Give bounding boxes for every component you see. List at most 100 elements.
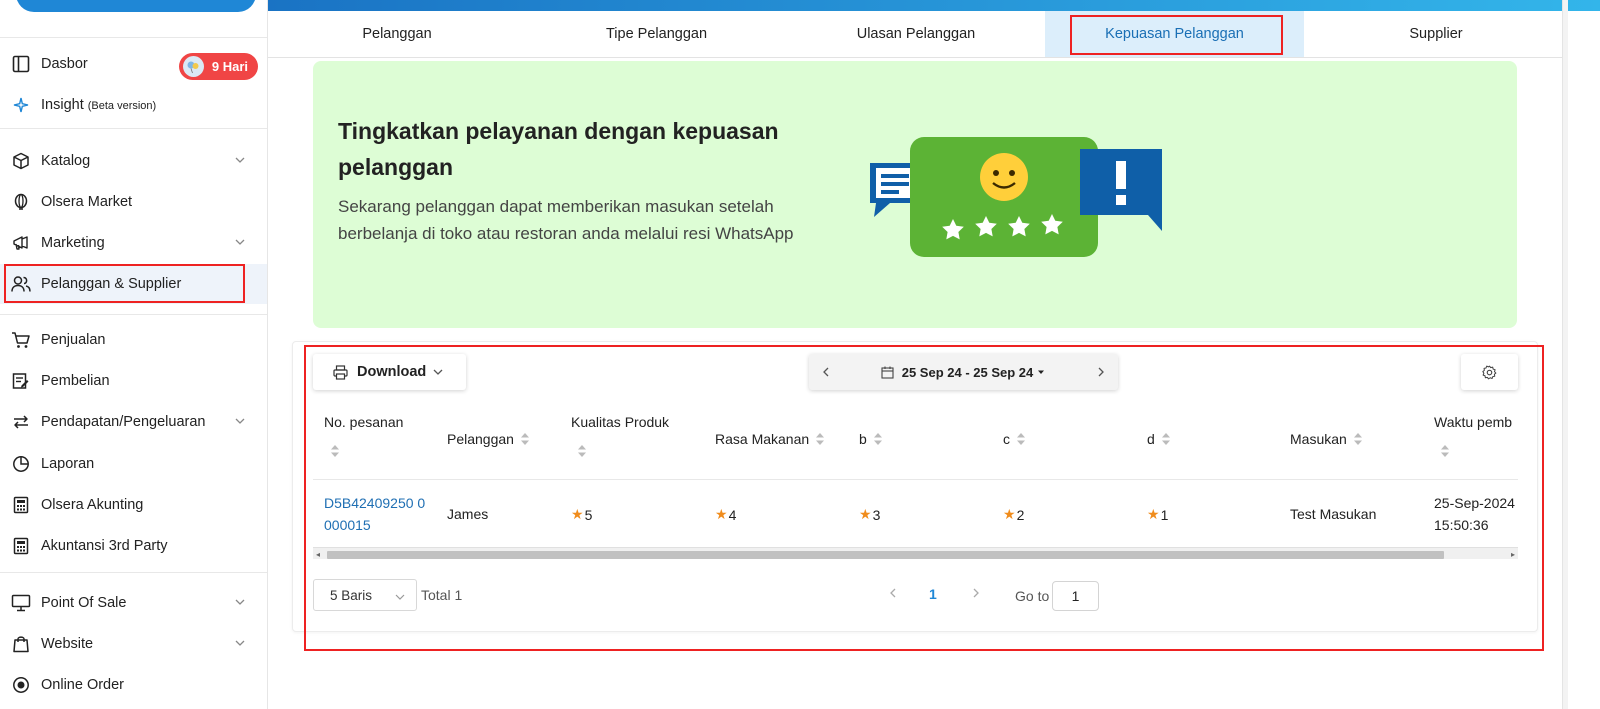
tab-ulasan-pelanggan[interactable]: Ulasan Pelanggan (787, 11, 1045, 57)
sidebar-item-label: Insight (41, 97, 84, 113)
sidebar-item-point-of-sale[interactable]: Point Of Sale (0, 583, 267, 623)
rows-per-page-value: 5 Baris (330, 587, 373, 603)
header-product-quality[interactable]: Kualitas Produk (571, 414, 669, 430)
tab-kepuasan-pelanggan[interactable]: Kepuasan Pelanggan (1045, 11, 1304, 57)
trial-days-badge[interactable]: 9 Hari (178, 53, 258, 80)
divider (0, 128, 267, 129)
scroll-right-arrow-icon[interactable]: ▸ (1511, 550, 1515, 559)
pie-chart-icon (10, 453, 32, 475)
divider (0, 37, 267, 38)
page-number[interactable]: 1 (929, 586, 937, 602)
header-c[interactable]: c (1003, 431, 1026, 447)
sparkle-icon (10, 94, 32, 116)
date-range-text: 25 Sep 24 - 25 Sep 24 (901, 364, 1034, 380)
printer-icon (333, 364, 348, 380)
time-cell-time: 15:50:36 (1434, 517, 1489, 533)
scroll-left-arrow-icon[interactable]: ◂ (316, 550, 320, 559)
header-d[interactable]: d (1147, 431, 1171, 447)
sidebar-item-insight[interactable]: Insight (Beta version) (0, 85, 267, 125)
sidebar-item-pembelian[interactable]: Pembelian (0, 361, 267, 401)
box-icon (10, 150, 32, 172)
sort-icon (1161, 433, 1170, 445)
star-icon: ★ (1147, 506, 1160, 522)
scrollbar-thumb[interactable] (327, 551, 1444, 559)
download-button[interactable]: Download (313, 354, 466, 390)
chevron-down-icon (235, 640, 245, 646)
sidebar-item-katalog[interactable]: Katalog (0, 141, 267, 181)
star-icon: ★ (571, 506, 584, 522)
rating-cell-c: ★ 2 (1003, 506, 1024, 523)
banner-text: Sekarang pelanggan dapat memberikan masu… (338, 197, 794, 243)
sidebar-item-website[interactable]: Website (0, 624, 267, 664)
header-food-taste[interactable]: Rasa Makanan (715, 431, 825, 447)
sidebar-item-pendapatan[interactable]: Pendapatan/Pengeluaran (0, 402, 267, 442)
goto-page-input[interactable] (1052, 581, 1099, 611)
caret-down-icon (1038, 370, 1045, 374)
chevron-down-icon (433, 369, 443, 375)
date-range-button[interactable]: 25 Sep 24 - 25 Sep 24 (843, 365, 1084, 380)
market-icon (10, 191, 32, 213)
prev-page-button[interactable] (887, 587, 899, 599)
header-customer[interactable]: Pelanggan (447, 431, 530, 447)
calculator-icon (10, 494, 32, 516)
top-accent-bar (268, 0, 1600, 11)
beta-label: (Beta version) (87, 100, 157, 112)
sort-icon (816, 433, 825, 445)
sidebar-item-dasbor[interactable]: Dasbor 9 Hari (0, 44, 267, 84)
rating-value: 2 (1016, 506, 1025, 523)
sidebar: Dasbor 9 Hari Insight (Beta version) Kata… (0, 0, 268, 709)
divider (0, 572, 267, 573)
next-page-button[interactable] (970, 587, 982, 599)
header-label: c (1003, 431, 1010, 447)
sidebar-item-label: Akuntansi 3rd Party (41, 538, 168, 554)
rating-cell-d: ★ 1 (1147, 506, 1168, 523)
rows-per-page-select[interactable]: 5 Baris (313, 579, 417, 611)
order-number-link[interactable]: D5B42409250 0000015 (324, 492, 429, 536)
tab-pelanggan[interactable]: Pelanggan (268, 11, 526, 57)
cart-icon (10, 329, 32, 351)
sidebar-item-label: Laporan (41, 456, 95, 472)
badge-text: 9 Hari (211, 59, 248, 74)
header-feedback[interactable]: Masukan (1290, 431, 1363, 447)
tab-tipe-pelanggan[interactable]: Tipe Pelanggan (526, 11, 787, 57)
satisfaction-illustration (870, 137, 1162, 257)
table-horizontal-scrollbar[interactable]: ◂ ▸ (313, 547, 1518, 559)
sidebar-item-pelanggan-supplier[interactable]: Pelanggan & Supplier (0, 264, 267, 304)
chevron-down-icon (235, 418, 245, 424)
header-label: b (859, 431, 867, 447)
sidebar-item-olsera-market[interactable]: Olsera Market (0, 182, 267, 222)
chevron-down-icon (235, 599, 245, 605)
sidebar-item-olsera-akunting[interactable]: Olsera Akunting (0, 485, 267, 525)
sidebar-item-online-order[interactable]: Online Order (0, 665, 267, 705)
rating-value: 4 (728, 506, 737, 523)
sidebar-item-laporan[interactable]: Laporan (0, 444, 267, 484)
sidebar-item-marketing[interactable]: Marketing (0, 223, 267, 263)
header-label: No. pesanan (324, 414, 404, 430)
header-time[interactable]: Waktu pemb (1434, 414, 1512, 430)
tab-supplier[interactable]: Supplier (1304, 11, 1568, 57)
header-label: Pelanggan (447, 431, 514, 447)
feedback-table-card: Download 25 Sep 24 - 25 Sep 24 No. pesan… (292, 341, 1538, 632)
monitor-icon (10, 592, 32, 614)
sidebar-item-penjualan[interactable]: Penjualan (0, 320, 267, 360)
date-prev-button[interactable] (809, 354, 843, 390)
header-label: Rasa Makanan (715, 431, 810, 447)
sort-icon[interactable] (577, 444, 587, 458)
chevron-down-icon (235, 239, 245, 245)
exchange-icon (10, 411, 32, 433)
chevron-down-icon (235, 157, 245, 163)
sidebar-top-button[interactable] (16, 0, 256, 12)
sidebar-item-akuntansi-3rd-party[interactable]: Akuntansi 3rd Party (0, 526, 267, 566)
header-order-no[interactable]: No. pesanan (324, 414, 403, 430)
dashboard-icon (10, 53, 32, 75)
date-next-button[interactable] (1084, 354, 1118, 390)
chevron-left-icon (823, 367, 829, 377)
sort-icon[interactable] (330, 444, 340, 458)
header-b[interactable]: b (859, 431, 883, 447)
page-scrollbar[interactable] (1562, 0, 1568, 709)
total-count: Total 1 (421, 587, 463, 603)
sidebar-item-label: Pelanggan & Supplier (41, 276, 182, 292)
sort-icon[interactable] (1440, 444, 1450, 458)
settings-button[interactable] (1461, 354, 1518, 390)
customer-cell: James (447, 506, 489, 522)
